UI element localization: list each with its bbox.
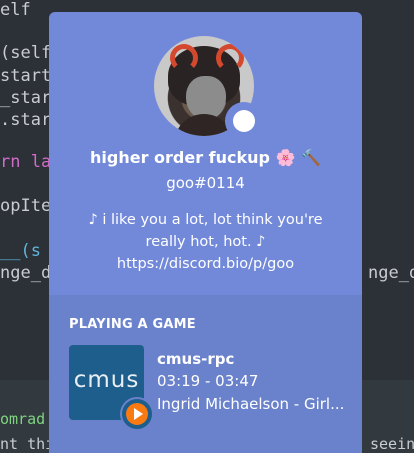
code-line: rn la	[0, 152, 52, 172]
game-name: cmus-rpc	[157, 350, 235, 368]
username: higher order fuckup 🌸 🔨	[90, 148, 321, 167]
code-fragment-right: nge_d	[368, 263, 414, 283]
code-fragment-bottom-2: nt thi	[0, 435, 55, 453]
game-details: 03:19 - 03:47	[157, 372, 259, 390]
user-profile-popout: higher order fuckup 🌸 🔨 goo#0114 ♪ i lik…	[49, 12, 362, 453]
online-status-icon	[233, 110, 255, 132]
user-bio: ♪ i like you a lot, lot think you're rea…	[79, 209, 332, 275]
game-icon-label: cmus	[73, 367, 140, 393]
profile-header: higher order fuckup 🌸 🔨 goo#0114 ♪ i lik…	[49, 12, 362, 295]
play-icon-circle	[126, 403, 148, 425]
status-indicator	[225, 102, 263, 140]
bio-link[interactable]: https://discord.bio/p/goo	[79, 253, 332, 275]
play-triangle-icon	[134, 408, 143, 420]
code-line: .star	[0, 110, 52, 130]
avatar-container[interactable]	[154, 36, 263, 140]
user-tag[interactable]: goo#0114	[49, 174, 362, 192]
code-fragment-bottom-right: seein	[370, 435, 414, 453]
code-line: elf	[0, 0, 31, 20]
activity-section-title: PLAYING A GAME	[69, 317, 196, 332]
code-line: _star	[0, 88, 52, 108]
avatar-horn-left	[170, 44, 198, 72]
bio-line: really hot, hot. ♪	[145, 234, 266, 250]
code-fragment-bottom-1: omrad	[0, 410, 46, 428]
play-icon	[120, 397, 154, 431]
avatar-horn-right	[216, 44, 244, 72]
code-line: start	[0, 66, 52, 86]
bio-line: ♪ i like you a lot, lot think you're	[88, 212, 323, 228]
code-line: __(s	[0, 241, 41, 261]
code-line: nge_d	[0, 263, 52, 283]
game-state: Ingrid Michaelson - Girl...	[157, 395, 345, 413]
code-line: (self	[0, 43, 52, 63]
code-line: opIte	[0, 196, 52, 216]
